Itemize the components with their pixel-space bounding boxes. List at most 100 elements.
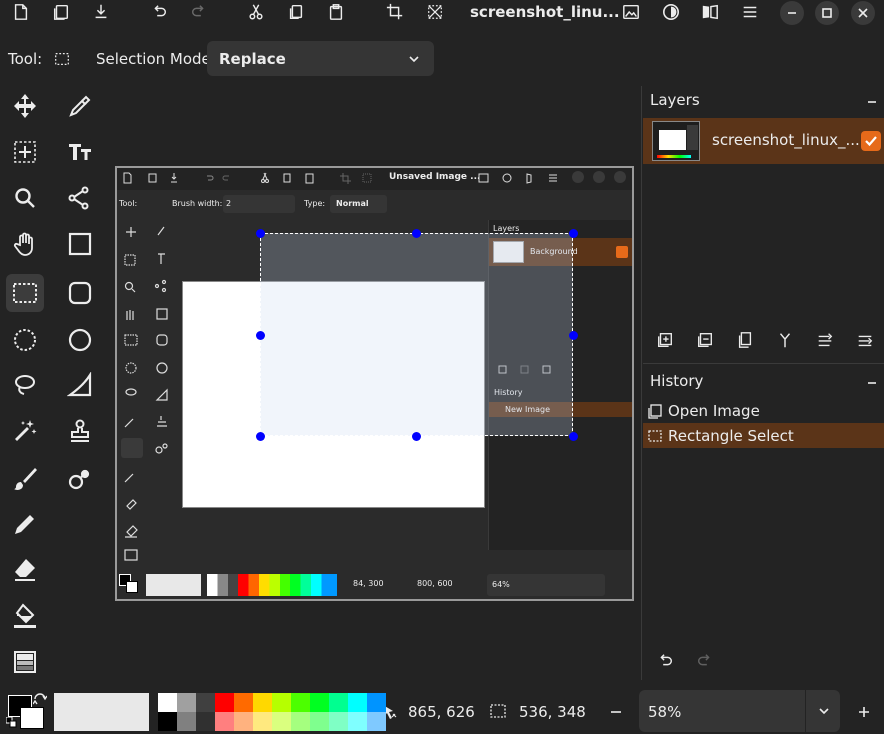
palette-swatch[interactable] bbox=[215, 693, 234, 712]
secondary-color-swatch[interactable] bbox=[20, 707, 44, 729]
lasso-select-tool[interactable] bbox=[6, 366, 44, 404]
deselect-icon[interactable] bbox=[425, 2, 445, 22]
palette-swatch[interactable] bbox=[291, 712, 310, 731]
color-picker-tool[interactable] bbox=[61, 87, 99, 125]
new-image-icon[interactable] bbox=[11, 2, 31, 22]
palette-swatch[interactable] bbox=[177, 712, 196, 731]
crop-icon[interactable] bbox=[385, 2, 405, 22]
palette-swatch[interactable] bbox=[177, 693, 196, 712]
rectangle-select-icon bbox=[13, 283, 37, 303]
palette-swatch[interactable] bbox=[310, 693, 329, 712]
palette-swatch[interactable] bbox=[329, 712, 348, 731]
zoom-out-icon[interactable] bbox=[609, 705, 623, 719]
layer-row[interactable]: screenshot_linux_... bbox=[643, 118, 884, 164]
effects-icon[interactable] bbox=[700, 2, 720, 22]
cut-icon[interactable] bbox=[246, 2, 266, 22]
image-menu-icon[interactable] bbox=[621, 2, 641, 22]
pencil-tool[interactable] bbox=[6, 505, 44, 543]
main-menu-icon[interactable] bbox=[740, 2, 760, 22]
selection-handle[interactable] bbox=[256, 432, 265, 441]
layer-properties-icon[interactable] bbox=[855, 330, 875, 350]
layer-visible-checkbox[interactable] bbox=[861, 131, 881, 151]
open-image-icon[interactable] bbox=[51, 2, 71, 22]
palette-swatch[interactable] bbox=[158, 693, 177, 712]
palette-swatch[interactable] bbox=[253, 693, 272, 712]
history-item-active[interactable]: Rectangle Select bbox=[643, 423, 884, 448]
eraser-tool[interactable] bbox=[6, 550, 44, 588]
swap-colors-icon[interactable] bbox=[33, 693, 47, 707]
selection-handle[interactable] bbox=[412, 229, 421, 238]
history-collapse-icon[interactable] bbox=[866, 377, 878, 389]
paste-icon[interactable] bbox=[326, 2, 346, 22]
selection-rectangle[interactable] bbox=[260, 233, 573, 436]
line-curve-tool[interactable] bbox=[61, 179, 99, 217]
palette-swatch[interactable] bbox=[253, 712, 272, 731]
zoom-in-icon[interactable] bbox=[857, 705, 871, 719]
selection-handle[interactable] bbox=[569, 331, 578, 340]
zoom-tool[interactable] bbox=[6, 179, 44, 217]
ellipse-tool[interactable] bbox=[61, 321, 99, 359]
chevron-down-icon[interactable] bbox=[818, 705, 830, 717]
primary-secondary-color[interactable] bbox=[6, 693, 48, 731]
palette-swatch[interactable] bbox=[310, 712, 329, 731]
freeform-shape-tool[interactable] bbox=[61, 366, 99, 404]
pan-tool[interactable] bbox=[6, 225, 44, 263]
text-tool[interactable] bbox=[61, 133, 99, 171]
palette-swatch[interactable] bbox=[234, 693, 253, 712]
history-undo-icon[interactable] bbox=[655, 651, 675, 671]
rectangle-select-icon bbox=[648, 430, 662, 442]
adjustments-icon[interactable] bbox=[661, 2, 681, 22]
redo-icon[interactable] bbox=[189, 2, 209, 22]
palette-swatch[interactable] bbox=[329, 693, 348, 712]
palette-swatch[interactable] bbox=[348, 693, 367, 712]
gradient-tool[interactable] bbox=[6, 643, 44, 681]
palette-swatch[interactable] bbox=[215, 712, 234, 731]
palette-swatch[interactable] bbox=[348, 712, 367, 731]
selection-handle[interactable] bbox=[569, 432, 578, 441]
zoom-combo[interactable]: 58% bbox=[639, 690, 840, 732]
move-selection-tool[interactable] bbox=[6, 133, 44, 171]
ellipse-select-tool[interactable] bbox=[6, 321, 44, 359]
selection-handle[interactable] bbox=[256, 229, 265, 238]
rectangle-tool[interactable] bbox=[61, 225, 99, 263]
magic-wand-tool[interactable] bbox=[6, 412, 44, 450]
delete-layer-icon[interactable] bbox=[695, 330, 715, 350]
palette-swatch[interactable] bbox=[196, 693, 215, 712]
history-redo-icon[interactable] bbox=[695, 651, 715, 671]
copy-icon[interactable] bbox=[286, 2, 306, 22]
reset-colors-icon[interactable] bbox=[6, 717, 18, 729]
palette-swatch[interactable] bbox=[158, 712, 177, 731]
palette-swatch[interactable] bbox=[272, 693, 291, 712]
rounded-rectangle-tool[interactable] bbox=[61, 274, 99, 312]
layers-collapse-icon[interactable] bbox=[866, 96, 878, 108]
palette-swatch[interactable] bbox=[196, 712, 215, 731]
palette-swatch[interactable] bbox=[272, 712, 291, 731]
selection-handle[interactable] bbox=[256, 331, 265, 340]
selection-handle[interactable] bbox=[569, 229, 578, 238]
maximize-button[interactable] bbox=[815, 1, 839, 25]
canvas[interactable]: Unsaved Image ... Tool: Brush width: 2 T… bbox=[115, 166, 634, 601]
minimize-button[interactable] bbox=[780, 1, 804, 25]
selection-handle[interactable] bbox=[412, 432, 421, 441]
save-icon[interactable] bbox=[91, 2, 111, 22]
move-selected-tool[interactable] bbox=[6, 87, 44, 125]
cursor-position: 865, 626 bbox=[408, 703, 475, 721]
add-layer-icon[interactable] bbox=[655, 330, 675, 350]
selection-mode-dropdown[interactable]: Replace bbox=[207, 41, 434, 76]
duplicate-layer-icon[interactable] bbox=[735, 330, 755, 350]
paintbrush-tool[interactable] bbox=[6, 460, 44, 498]
clone-stamp-tool[interactable] bbox=[61, 412, 99, 450]
merge-layer-down-icon[interactable] bbox=[775, 330, 795, 350]
rectangle-select-tool[interactable] bbox=[6, 274, 44, 312]
palette-swatch[interactable] bbox=[367, 693, 386, 712]
palette-swatch[interactable] bbox=[291, 693, 310, 712]
palette-swatch[interactable] bbox=[367, 712, 386, 731]
move-layer-up-icon[interactable] bbox=[815, 330, 835, 350]
recolor-tool[interactable] bbox=[61, 460, 99, 498]
paint-bucket-tool[interactable] bbox=[6, 597, 44, 635]
recent-colors-swatch[interactable] bbox=[54, 693, 149, 731]
close-button[interactable] bbox=[851, 1, 875, 25]
history-item[interactable]: Open Image bbox=[643, 398, 884, 423]
undo-icon[interactable] bbox=[149, 2, 169, 22]
palette-swatch[interactable] bbox=[234, 712, 253, 731]
